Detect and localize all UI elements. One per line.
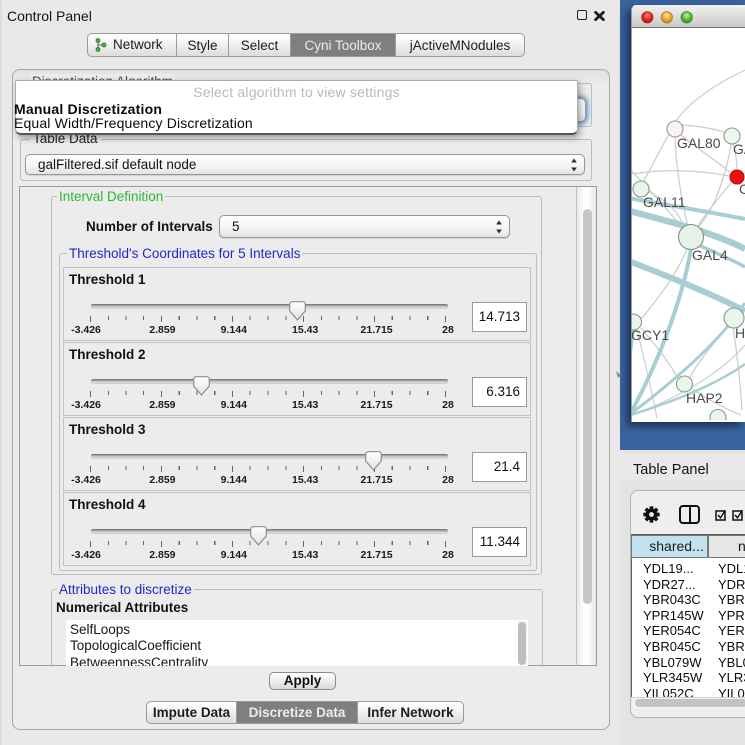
svg-text:GAL4: GAL4 xyxy=(692,247,728,263)
svg-text:GCY1: GCY1 xyxy=(632,327,669,343)
svg-text:GAL80: GAL80 xyxy=(677,135,721,151)
svg-text:HAP2: HAP2 xyxy=(686,390,723,406)
svg-text:CYC: CYC xyxy=(739,181,745,197)
svg-text:HIS: HIS xyxy=(735,325,745,341)
svg-text:GAL11: GAL11 xyxy=(643,194,686,210)
svg-text:GAL: GAL xyxy=(733,141,745,157)
